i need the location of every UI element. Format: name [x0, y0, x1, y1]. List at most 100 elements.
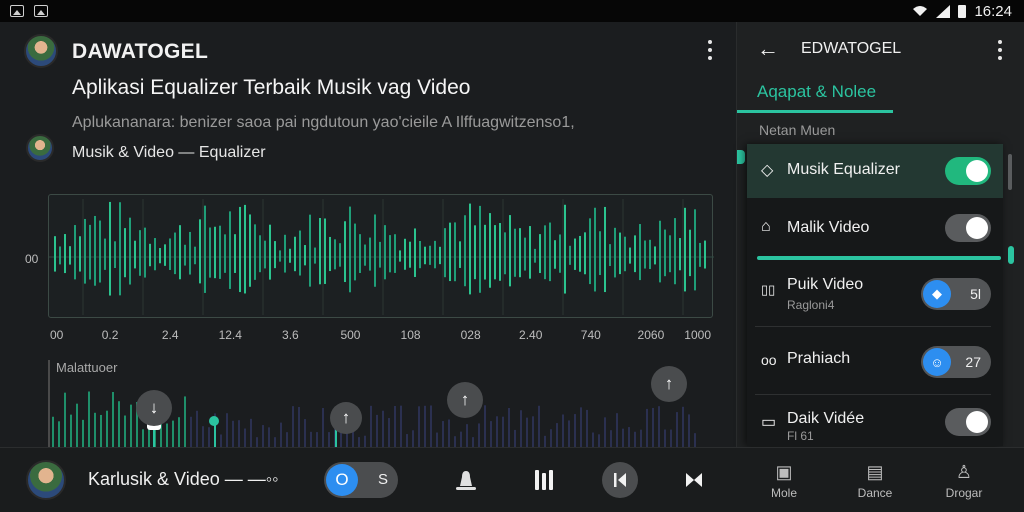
- settings-panel: ← EDWATOGEL Aqapat & Nolee Netan Muen ◇ …: [736, 22, 1024, 447]
- nav-item-mole[interactable]: ▣ Mole: [754, 462, 814, 500]
- clock: 16:24: [974, 2, 1012, 20]
- spectrum-bar: [196, 410, 198, 448]
- gallery-icon: [10, 5, 24, 17]
- band-marker-icon[interactable]: ↑: [330, 402, 362, 434]
- spectrum-bar: [106, 410, 108, 448]
- setting-row-equalizer[interactable]: ◇ Musik Equalizer: [747, 144, 1003, 198]
- spectrum-bar: [490, 421, 492, 448]
- author-avatar[interactable]: [26, 134, 54, 162]
- video-toggle[interactable]: [945, 214, 991, 242]
- page-title: Aplikasi Equalizer Terbaik Musik vag Vid…: [72, 76, 471, 99]
- spectrum-bar: [640, 429, 642, 448]
- spectrum-bar: [442, 421, 444, 448]
- rectangle-icon: ▭: [761, 414, 777, 431]
- setting-label: Puik Video: [787, 276, 864, 293]
- tab-active[interactable]: Aqapat & Nolee: [757, 82, 876, 102]
- now-playing-title[interactable]: Karlusik & Video — —◦◦: [88, 469, 279, 490]
- tab-indicator: [737, 110, 893, 113]
- spectrum-bar: [172, 420, 174, 448]
- video-level-control[interactable]: ◆ 5l: [921, 278, 991, 310]
- description-text: Aplukananara: benizer saoa pai ngdutoun …: [72, 114, 575, 131]
- more-options-icon[interactable]: [707, 40, 713, 60]
- waveform-y-label: 00: [25, 252, 39, 266]
- clipboard-icon: ▤: [866, 462, 884, 482]
- waveform-svg: [49, 199, 714, 315]
- channel-name[interactable]: Musik & Video — Equalizer: [72, 144, 266, 162]
- spectrum-bar: [286, 432, 288, 448]
- settings-card: ◇ Musik Equalizer ⌂ Malik Video ▯▯ Puik …: [747, 144, 1003, 446]
- mode-secondary[interactable]: S: [378, 471, 388, 488]
- spectrum-bar: [538, 405, 540, 448]
- nav-label: Dance: [857, 486, 893, 500]
- channel-avatar[interactable]: [24, 34, 58, 68]
- scrollbar-track[interactable]: [1008, 154, 1012, 190]
- app-title: DAWATOGEL: [72, 40, 209, 63]
- prahiach-level-control[interactable]: ☺ 27: [921, 346, 991, 378]
- spectrum-bar: [322, 408, 324, 448]
- spectrum-bar: [298, 406, 300, 448]
- now-playing-avatar[interactable]: [26, 460, 66, 500]
- spectrum-bar: [688, 414, 690, 448]
- progress-line: [757, 256, 1001, 260]
- spectrum-bar: [508, 407, 510, 448]
- main-content: DAWATOGEL Aplikasi Equalizer Terbaik Mus…: [0, 22, 736, 450]
- waveform-display[interactable]: [48, 194, 714, 318]
- skip-icon[interactable]: [676, 462, 712, 498]
- nav-item-drogar[interactable]: ♙ Drogar: [934, 462, 994, 500]
- spectrum-bar: [178, 417, 180, 448]
- mode-primary[interactable]: O: [326, 464, 358, 496]
- spectrum-bar: [436, 432, 438, 448]
- daik-video-toggle[interactable]: [945, 408, 991, 436]
- spectrum-bar: [400, 405, 402, 448]
- spectrum-bar: [652, 407, 654, 448]
- x-tick-label: 00: [50, 328, 64, 342]
- setting-row-puik-video[interactable]: ▯▯ Puik Video Ragloni4 ◆ 5l: [747, 264, 1003, 326]
- play-icon: ◆: [923, 280, 951, 308]
- spectrum-bar: [556, 423, 558, 448]
- spectrum-bar: [496, 416, 498, 448]
- status-bar: 16:24: [0, 0, 1024, 22]
- x-tick-label: 108: [400, 328, 421, 342]
- scrollbar-thumb[interactable]: [1008, 246, 1014, 264]
- setting-label: Prahiach: [787, 350, 851, 367]
- band-marker-anchor-icon[interactable]: ↑: [651, 366, 687, 402]
- spectrum-bar: [646, 408, 648, 448]
- x-tick-label: 028: [460, 328, 481, 342]
- spectrum-bar: [328, 432, 330, 448]
- setting-row-daik-video[interactable]: ▭ Daik Vidée Fl 61: [747, 398, 1003, 446]
- columns-icon: ▯▯: [761, 282, 776, 297]
- equalizer-bars-icon[interactable]: [526, 462, 562, 498]
- spectrum-bar: [670, 429, 672, 448]
- nav-item-dance[interactable]: ▤ Dance: [845, 462, 905, 500]
- bottom-player-bar: Karlusik & Video — —◦◦ O S ▣ Mole ▤ Danc…: [0, 447, 1024, 512]
- spectrum-bar: [628, 427, 630, 448]
- bell-icon[interactable]: [448, 462, 484, 498]
- mode-switch[interactable]: O S: [324, 462, 398, 498]
- rewind-icon[interactable]: [602, 462, 638, 498]
- spectrum-bar: [394, 406, 396, 448]
- back-arrow-icon[interactable]: ←: [757, 36, 779, 62]
- image-icon: [34, 5, 48, 17]
- panel-more-icon[interactable]: [997, 40, 1003, 60]
- band-marker-down-icon[interactable]: ↓: [136, 390, 172, 426]
- edge-handle[interactable]: [737, 150, 745, 164]
- x-tick-label: 1000: [684, 328, 711, 342]
- spectrum-bar: [388, 418, 390, 448]
- band-slider-knob[interactable]: [209, 416, 219, 426]
- signal-icon: [936, 4, 951, 18]
- band-marker-anchor-icon[interactable]: ↑: [447, 382, 483, 418]
- spectrum-bar: [568, 420, 570, 448]
- spectrum-bar: [616, 413, 618, 448]
- spectrum-bar: [238, 420, 240, 448]
- spectrum-bar: [94, 412, 96, 448]
- equalizer-toggle[interactable]: [945, 157, 991, 185]
- setting-row-prahiach[interactable]: oo Prahiach ☺ 27: [747, 330, 1003, 392]
- spectrum-bar: [520, 410, 522, 448]
- setting-row-video[interactable]: ⌂ Malik Video: [747, 198, 1003, 256]
- spectrum-bar: [550, 429, 552, 448]
- spectrum-bar: [418, 406, 420, 448]
- spectrum-bar: [304, 419, 306, 448]
- spectrum-bar: [316, 432, 318, 448]
- battery-icon: [958, 4, 967, 18]
- spectrum-bar: [406, 434, 408, 448]
